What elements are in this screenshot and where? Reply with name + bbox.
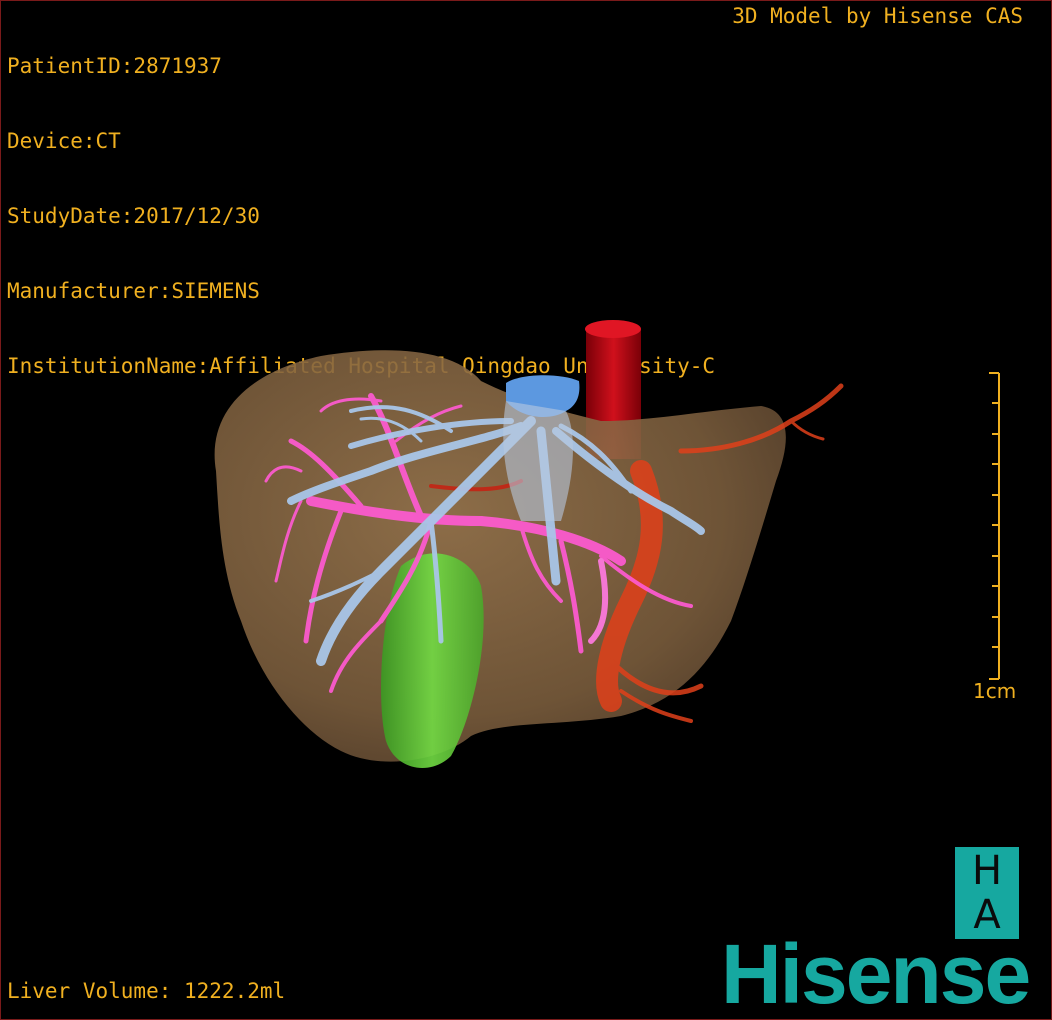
liver-volume-text: Liver Volume: 1222.2ml: [7, 979, 286, 1003]
scale-bar-label: 1cm: [973, 679, 1017, 703]
hisense-wordmark: Hisense: [721, 927, 1031, 1020]
liver-3d-model[interactable]: [1, 1, 1051, 1019]
scale-bar: [989, 372, 1000, 680]
logo-letter-h: H: [971, 848, 1003, 894]
render-viewport[interactable]: PatientID:2871937 Device:CT StudyDate:20…: [0, 0, 1052, 1020]
liver-surface: [214, 350, 786, 762]
